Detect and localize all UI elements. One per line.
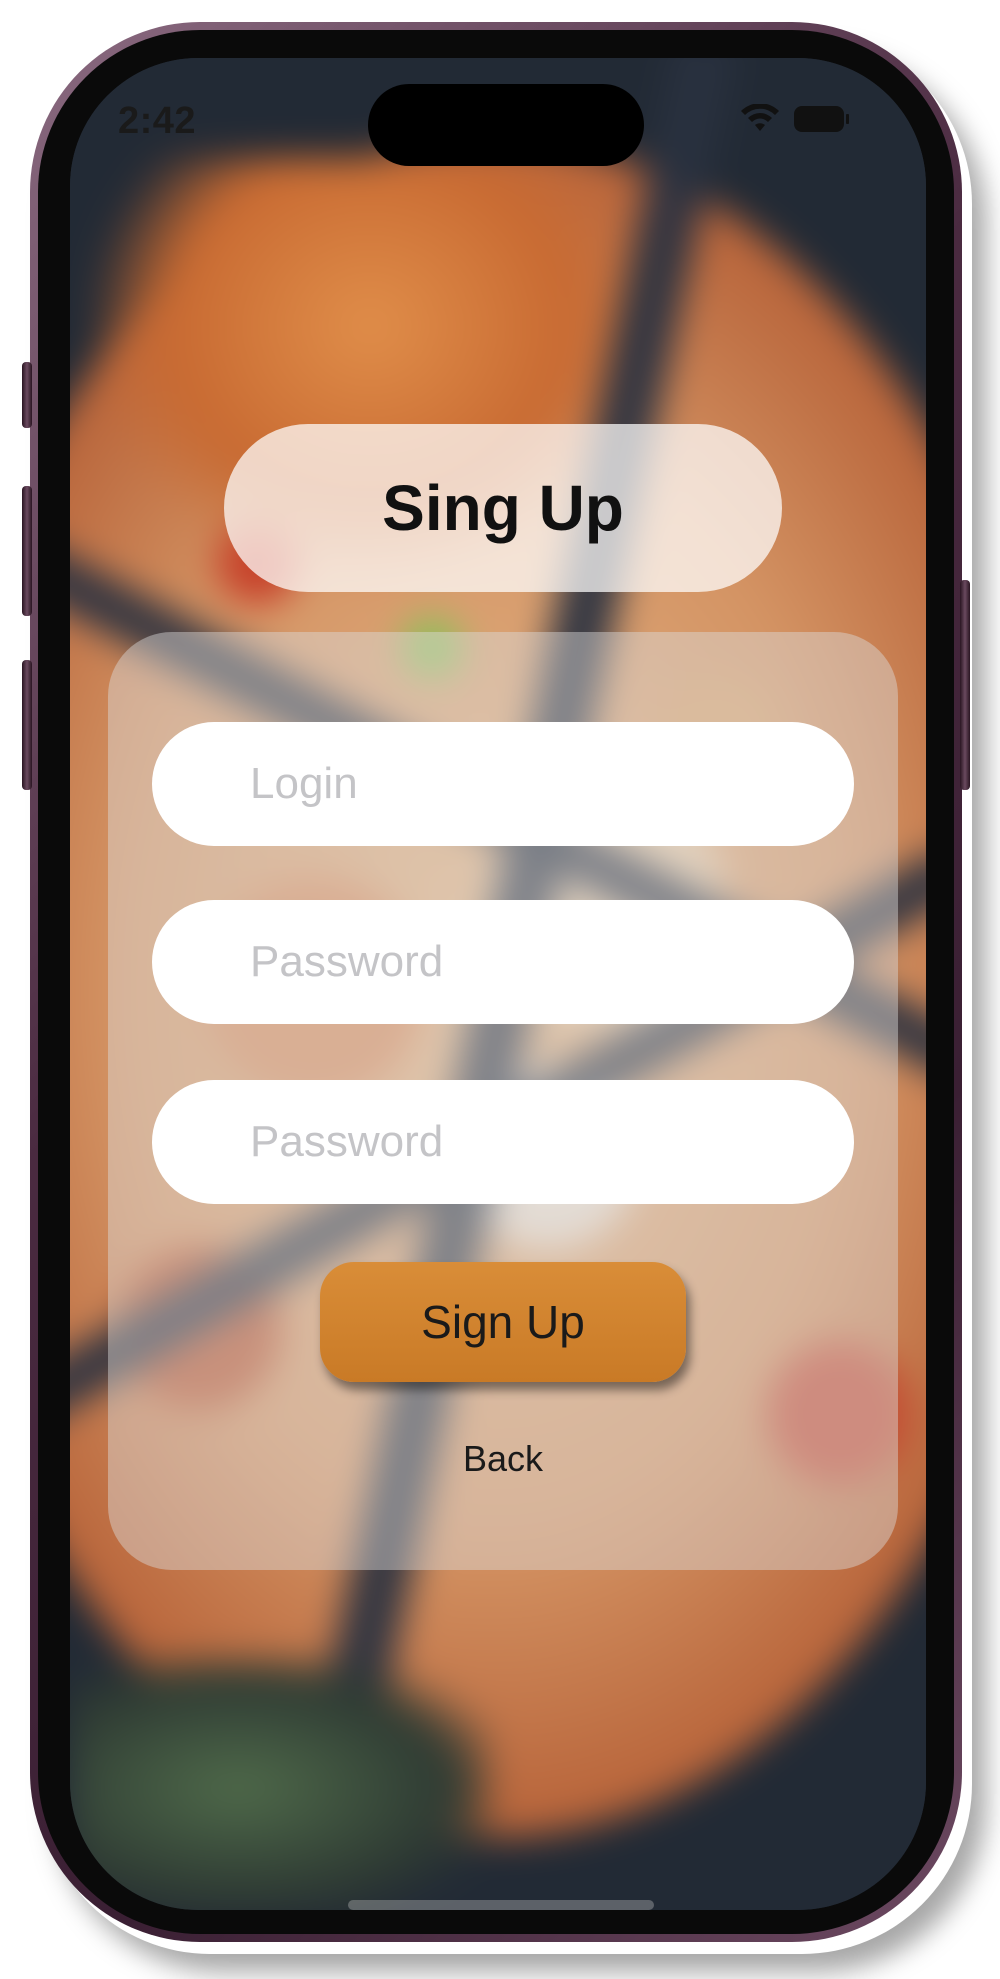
status-icons <box>740 104 849 134</box>
battery-icon <box>794 106 849 132</box>
login-input[interactable] <box>152 722 854 846</box>
action-button <box>22 362 32 428</box>
volume-up-button <box>22 486 32 616</box>
password-input[interactable] <box>152 900 854 1024</box>
home-indicator[interactable] <box>348 1900 654 1910</box>
page-title: Sing Up <box>382 472 624 544</box>
wifi-icon <box>741 104 779 131</box>
confirm-password-input[interactable] <box>152 1080 854 1204</box>
status-time: 2:42 <box>118 100 197 142</box>
sign-up-button[interactable]: Sign Up <box>320 1262 686 1382</box>
title-pill: Sing Up <box>224 424 782 592</box>
dynamic-island <box>368 84 644 166</box>
herbs-garnish <box>70 1658 490 1910</box>
volume-down-button <box>22 660 32 790</box>
back-link[interactable]: Back <box>420 1438 586 1488</box>
power-button <box>960 580 970 790</box>
